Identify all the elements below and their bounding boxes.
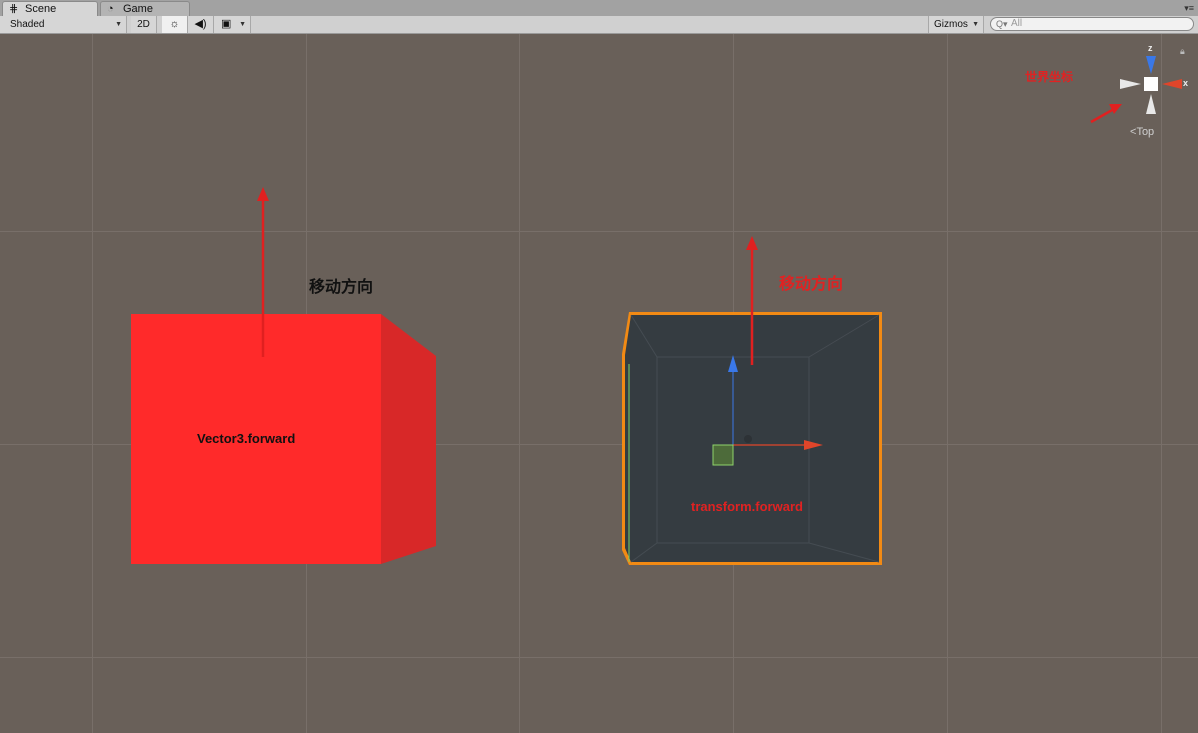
search-input[interactable]: Q▾ All (990, 17, 1194, 31)
scene-toolbar: Shaded ▼ 2D ☼ ◀) ▣ ▼ Gizmos ▼ Q▾ All (0, 16, 1198, 34)
lighting-toggle-button[interactable]: ☼ (162, 16, 188, 33)
shading-mode-dropdown[interactable]: Shaded ▼ (0, 16, 127, 33)
left-move-direction-label: 移动方向 (309, 277, 374, 296)
left-cube-label: Vector3.forward (197, 431, 296, 446)
axis-x-cone-icon[interactable] (1162, 79, 1182, 89)
tab-game-label: Game (123, 3, 153, 15)
2d-toggle-button[interactable]: 2D (131, 16, 157, 33)
right-cube-label: transform.forward (691, 499, 803, 514)
2d-label: 2D (137, 19, 150, 30)
tab-scene-label: Scene (25, 3, 57, 15)
right-move-direction-label: 移动方向 (779, 274, 844, 293)
grid-icon: ⋕ (9, 3, 19, 15)
red-move-arrow-head (257, 187, 269, 201)
pacman-icon: ◔ (107, 3, 114, 15)
audio-toggle-button[interactable]: ◀) (188, 16, 214, 33)
image-icon: ▣ (221, 18, 232, 30)
gizmo-center-cube[interactable] (1144, 77, 1158, 91)
tab-menu-icon[interactable]: ▾≡ (1184, 2, 1194, 14)
sun-icon: ☼ (169, 18, 180, 30)
tab-scene[interactable]: ⋕ Scene (2, 1, 98, 16)
effects-dropdown[interactable]: ▣ ▼ (214, 16, 251, 33)
scene-canvas (0, 34, 1198, 733)
chevron-down-icon: ▼ (239, 21, 246, 28)
gizmos-dropdown[interactable]: Gizmos ▼ (928, 16, 984, 33)
view-mode-label[interactable]: <Top (1130, 126, 1154, 138)
axis-z-cone-icon[interactable] (1146, 56, 1156, 74)
orientation-gizmo[interactable] (1120, 56, 1182, 114)
chevron-down-icon: ▼ (972, 21, 979, 28)
red-cube-side-face (381, 314, 436, 564)
view-mode-text: Top (1136, 126, 1155, 138)
lock-icon[interactable]: 🔒︎ (1180, 46, 1185, 57)
gizmos-label: Gizmos (934, 19, 968, 30)
axis-neg-x-cone-icon[interactable] (1120, 79, 1141, 89)
axis-z-label: z (1148, 43, 1153, 53)
annotation-arrow-head (1109, 104, 1122, 114)
tab-game[interactable]: ◔ Game (100, 1, 190, 16)
tab-bar: ⋕ Scene ◔ Game ▾≡ (0, 0, 1198, 16)
red-move-arrow-head-right (746, 236, 758, 250)
axis-neg-z-cone-icon[interactable] (1146, 94, 1156, 114)
gizmo-y-handle[interactable] (744, 435, 752, 443)
axis-x-label: x (1183, 78, 1189, 88)
search-placeholder: All (1011, 18, 1023, 29)
speaker-icon: ◀) (194, 18, 207, 30)
world-coord-label: 世界坐标 (1025, 70, 1074, 84)
search-icon: Q▾ (996, 19, 1008, 29)
scene-viewport[interactable]: 移动方向 移动方向 Vector3.forward transform.forw… (0, 34, 1198, 733)
annotation-arrow-line (1090, 107, 1115, 124)
chevron-down-icon: ▼ (115, 21, 122, 28)
shading-mode-label: Shaded (10, 19, 45, 30)
gizmo-plane-handle[interactable] (712, 444, 734, 466)
